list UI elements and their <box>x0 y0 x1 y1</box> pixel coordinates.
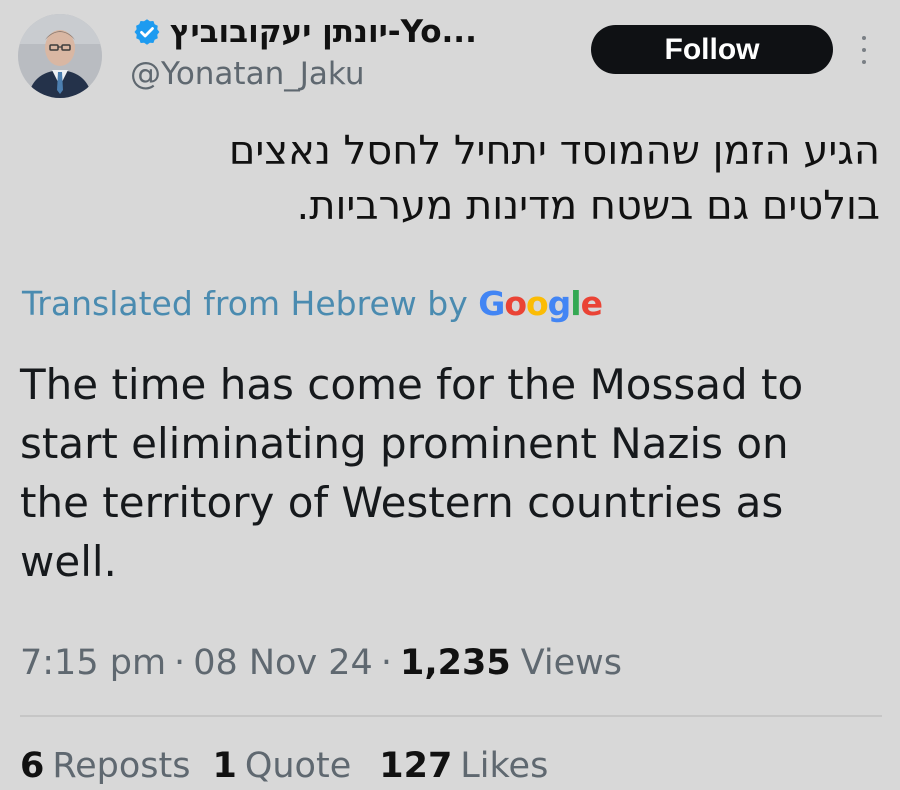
quotes-count: 1 <box>212 746 237 786</box>
more-dot <box>862 36 866 40</box>
avatar[interactable] <box>18 14 102 98</box>
translation-attribution[interactable]: Translated from Hebrew by Google <box>22 284 603 323</box>
tweet-time[interactable]: 7:15 pm <box>20 643 166 683</box>
follow-button[interactable]: Follow <box>591 25 833 74</box>
views-label: Views <box>520 643 622 683</box>
more-vertical-icon[interactable] <box>858 36 870 64</box>
tweet-card: יונתן יעקובוביץ-Yo... @Yonatan_Jaku Foll… <box>0 0 900 790</box>
meta-separator: · <box>174 643 186 683</box>
reposts-count: 6 <box>20 746 45 786</box>
engagement-stats: 6 Reposts 1 Quote 127 Likes <box>20 742 548 790</box>
google-logo: Google <box>478 284 603 323</box>
quotes-stat[interactable]: 1 Quote <box>212 746 351 786</box>
verified-badge-icon <box>132 17 162 47</box>
avatar-image <box>18 14 102 98</box>
meta-separator: · <box>380 643 392 683</box>
views-count: 1,235 <box>399 643 511 683</box>
author-handle[interactable]: @Yonatan_Jaku <box>130 56 365 92</box>
author-name-row[interactable]: יונתן יעקובוביץ-Yo... <box>132 10 477 54</box>
hebrew-line-1: הגיע הזמן שהמוסד יתחיל לחסל נאצים <box>228 128 880 174</box>
reposts-label: Reposts <box>52 746 191 786</box>
translated-text: The time has come for the Mossad to star… <box>20 360 804 586</box>
quotes-label: Quote <box>244 746 352 786</box>
more-dot <box>862 48 866 52</box>
likes-count: 127 <box>379 746 453 786</box>
hebrew-line-2: בולטים גם בשטח מדינות מערביות. <box>296 183 880 229</box>
tweet-original-text: הגיע הזמן שהמוסד יתחיל לחסל נאצים בולטים… <box>60 124 880 234</box>
reposts-stat[interactable]: 6 Reposts <box>20 746 190 786</box>
likes-label: Likes <box>460 746 549 786</box>
author-display-name: יונתן יעקובוביץ-Yo... <box>170 14 477 50</box>
likes-stat[interactable]: 127 Likes <box>379 746 548 786</box>
more-dot <box>862 60 866 64</box>
divider <box>20 715 882 717</box>
tweet-date[interactable]: 08 Nov 24 <box>193 643 373 683</box>
translation-attribution-text: Translated from Hebrew by <box>22 284 468 323</box>
tweet-meta: 7:15 pm · 08 Nov 24 · 1,235 Views <box>20 640 622 686</box>
